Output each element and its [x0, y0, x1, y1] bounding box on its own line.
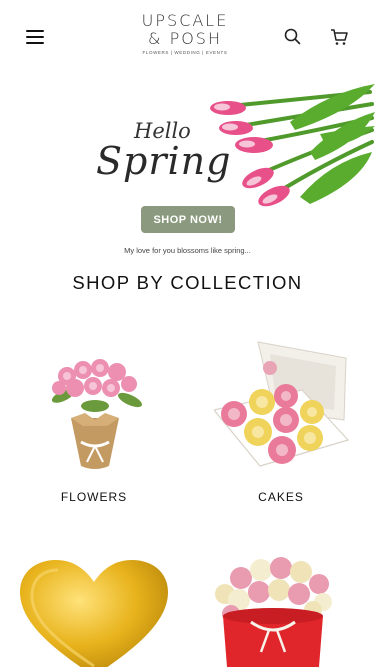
shop-now-button[interactable]: SHOP NOW!	[141, 206, 235, 233]
logo-line-2: & POSH	[148, 29, 222, 48]
search-icon[interactable]	[283, 27, 303, 47]
hero-tagline: My love for you blossoms like spring...	[124, 246, 251, 255]
collection-card-flowers[interactable]: FLOWERS	[0, 340, 187, 510]
flower-bouquet-image	[51, 359, 142, 469]
cupcakes-box-image	[214, 341, 349, 467]
collection-card-cakes[interactable]: CAKES	[187, 340, 375, 510]
collection-card-balloon[interactable]	[0, 550, 187, 667]
collection-label-flowers: FLOWERS	[60, 490, 128, 504]
hero-heading: Hello Spring	[96, 120, 232, 183]
logo-tagline: FLOWERS | WEDDING | EVENTS	[142, 50, 228, 55]
site-logo[interactable]: UPSCALE & POSH FLOWERS | WEDDING | EVENT…	[120, 11, 250, 56]
hamburger-menu-icon[interactable]	[26, 30, 44, 44]
site-header: UPSCALE & POSH FLOWERS | WEDDING | EVENT…	[0, 0, 375, 70]
hero-spring-text: Spring	[96, 139, 232, 183]
hero-banner: Hello Spring SHOP NOW!	[0, 82, 375, 257]
gold-heart-balloon-image	[20, 560, 168, 667]
section-title: SHOP BY COLLECTION	[72, 272, 303, 293]
cart-icon[interactable]	[329, 27, 349, 47]
collection-card-rose-box[interactable]	[187, 550, 375, 667]
logo-line-1: UPSCALE	[141, 11, 229, 30]
collection-label-cakes: CAKES	[258, 490, 304, 504]
rose-box-image	[215, 557, 332, 667]
